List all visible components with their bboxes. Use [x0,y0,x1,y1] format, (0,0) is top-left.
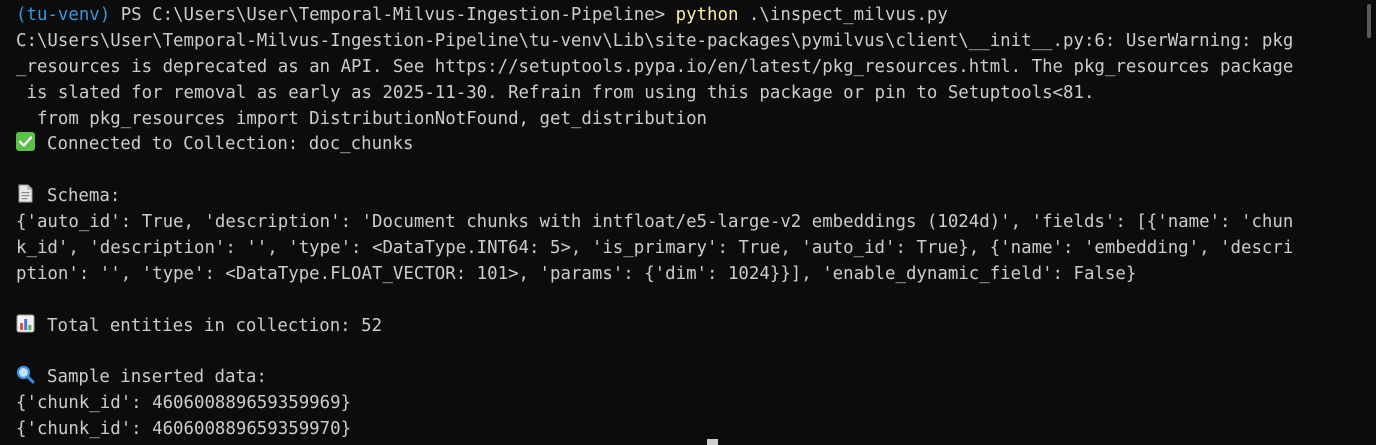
schema-label: Schema: [47,186,121,207]
command-args: .\inspect_milvus.py [738,5,948,25]
terminal-output: (tu-venv) PS C:\Users\User\Temporal-Milv… [16,3,1362,443]
total-entities-line: Total entities in collection: 52 [16,314,1362,340]
bar-chart-icon [16,314,37,333]
schema-line: {'auto_id': True, 'description': 'Docume… [16,212,1294,233]
venv-label: (tu-venv) [16,5,111,25]
connected-text: Connected to Collection: doc_chunks [47,134,414,155]
schema-label-line: Schema: [16,184,1362,210]
total-entities-text: Total entities in collection: 52 [47,315,383,336]
warning-line: _resources is deprecated as an API. See … [16,56,1294,77]
warning-line: C:\Users\User\Temporal-Milvus-Ingestion-… [16,30,1294,51]
warning-line: is slated for removal as early as 2025-1… [16,82,1095,103]
sample-row: {'chunk_id': 460600889659359970} [16,419,352,440]
prompt-line: (tu-venv) PS C:\Users\User\Temporal-Milv… [16,3,1362,29]
schema-line: ption': '', 'type': <DataType.FLOAT_VECT… [16,263,1137,284]
sample-label-line: Sample inserted data: [16,365,1362,391]
terminal-window[interactable]: (tu-venv) PS C:\Users\User\Temporal-Milv… [0,0,1376,445]
text-cursor [707,439,718,445]
sample-row: {'chunk_id': 460600889659359969} [16,393,352,414]
command-name: python [675,5,739,25]
page-icon [16,184,37,203]
scrollbar-thumb[interactable] [1367,4,1371,38]
connected-line: Connected to Collection: doc_chunks [16,132,1362,158]
check-mark-button-icon [16,132,37,152]
scrollbar[interactable] [1362,0,1376,445]
schema-line: k_id', 'description': '', 'type': <DataT… [16,238,1294,259]
warning-line: from pkg_resources import DistributionNo… [16,108,708,129]
prompt-path: PS C:\Users\User\Temporal-Milvus-Ingesti… [110,5,676,25]
sample-label: Sample inserted data: [47,367,267,388]
magnifying-glass-icon [16,365,37,384]
